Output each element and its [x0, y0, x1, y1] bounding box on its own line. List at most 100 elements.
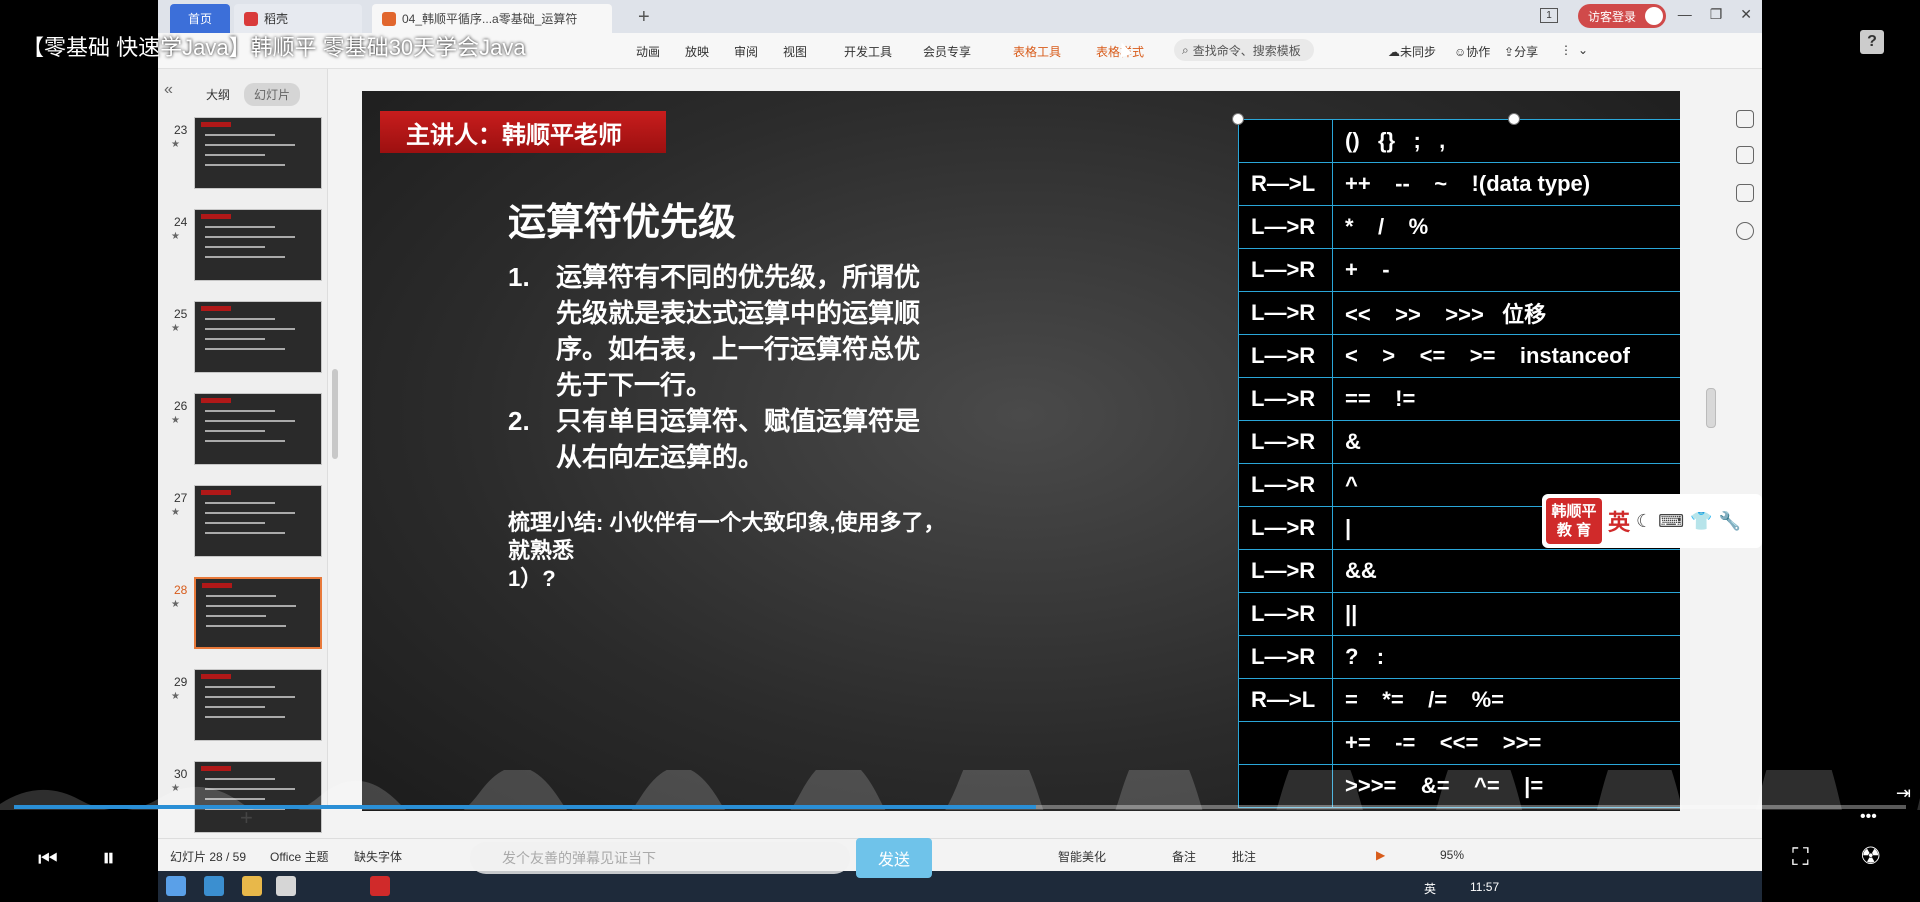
operator-row[interactable]: L—>R & [1238, 420, 1680, 464]
progress-bar[interactable] [14, 805, 1906, 809]
operator-row[interactable]: L—>R && [1238, 549, 1680, 593]
tab-document[interactable]: 04_韩顺平循序...a零基础_运算符 [372, 4, 612, 33]
associativity-cell[interactable]: L—>R [1238, 420, 1333, 464]
collapse-icon[interactable]: « [164, 81, 173, 99]
thumbnail-image[interactable] [194, 393, 322, 465]
pause-icon[interactable]: ⏸ [102, 842, 115, 874]
tab-home[interactable]: 首页 [170, 4, 230, 33]
operator-row[interactable]: R—>L ++ -- ~ !(data type) [1238, 162, 1680, 206]
operator-table[interactable]: () {} ; , R—>L ++ -- ~ !(data type) L—>R * /… [1238, 119, 1680, 808]
slide-thumbnail[interactable]: 26 ★ [158, 393, 328, 473]
associativity-cell[interactable] [1238, 119, 1333, 163]
video-player[interactable]: 首页 稻壳 04_韩顺平循序...a零基础_运算符 + 1 访客登录 — ❐ ✕… [0, 0, 1920, 902]
sync-button[interactable]: ☁未同步 [1388, 43, 1436, 60]
operator-row[interactable]: L—>R == != [1238, 377, 1680, 421]
operators-cell[interactable]: * / % [1332, 205, 1680, 249]
operators-cell[interactable]: + - [1332, 248, 1680, 292]
operator-row[interactable]: R—>L = *= /= %= [1238, 678, 1680, 722]
shirt-icon[interactable]: 👕 [1690, 511, 1712, 532]
slide-thumbnail[interactable]: 23 ★ [158, 117, 328, 197]
menu-slideshow[interactable]: 放映 [685, 43, 709, 60]
slide-canvas[interactable]: 主讲人：韩顺平老师 运算符优先级 1. 运算符有不同的优先级，所谓优先级就是表达… [362, 91, 1680, 811]
restore-icon[interactable]: ❐ [1710, 6, 1723, 23]
thumbnail-image[interactable] [194, 669, 322, 741]
operators-cell[interactable]: ? : [1332, 635, 1680, 679]
operators-cell[interactable]: < > <= >= instanceof [1332, 334, 1680, 378]
operator-row[interactable]: L—>R < > <= >= instanceof [1238, 334, 1680, 378]
thumbnail-image[interactable] [194, 209, 322, 281]
thumbnail-image[interactable] [194, 301, 322, 373]
send-button[interactable]: 发送 [856, 838, 932, 878]
operator-row[interactable]: += -= <<= >>= [1238, 721, 1680, 765]
associativity-cell[interactable]: L—>R [1238, 248, 1333, 292]
slide-thumbnail[interactable]: 28 ★ [158, 577, 328, 657]
folder-icon[interactable] [242, 876, 262, 896]
menu-member[interactable]: 会员专享 [923, 43, 971, 60]
ime-indicator[interactable]: 英 [1424, 880, 1436, 897]
associativity-cell[interactable]: L—>R [1238, 592, 1333, 636]
associativity-cell[interactable] [1238, 721, 1333, 765]
more-options-icon[interactable]: ••• [1860, 808, 1877, 826]
pin-icon[interactable] [1736, 146, 1754, 164]
window-count-badge[interactable]: 1 [1540, 8, 1558, 23]
slide-thumbnail[interactable]: 29 ★ [158, 669, 328, 749]
chrome-icon[interactable] [276, 876, 296, 896]
clock[interactable]: 11:57 [1470, 880, 1499, 894]
notes-button[interactable]: 备注 [1172, 848, 1196, 865]
help-icon[interactable]: ? [1860, 30, 1884, 54]
slide-scrollbar[interactable] [1706, 388, 1716, 428]
comments-button[interactable]: 批注 [1232, 848, 1256, 865]
associativity-cell[interactable]: L—>R [1238, 506, 1333, 550]
thumbnail-image[interactable] [194, 577, 322, 649]
menu-view[interactable]: 视图 [783, 43, 807, 60]
associativity-cell[interactable]: L—>R [1238, 377, 1333, 421]
command-search[interactable]: ⌕ 查找命令、搜索模板 [1174, 39, 1314, 61]
edge-icon[interactable] [204, 876, 224, 896]
windows-start-icon[interactable] [166, 876, 186, 896]
close-icon[interactable]: ✕ [1740, 6, 1752, 23]
outline-tab[interactable]: 大纲 [206, 86, 230, 103]
operators-cell[interactable]: || [1332, 592, 1680, 636]
operators-cell[interactable]: = *= /= %= [1332, 678, 1680, 722]
slide-thumbnail[interactable]: 25 ★ [158, 301, 328, 381]
operator-row[interactable]: L—>R * / % [1238, 205, 1680, 249]
moon-icon[interactable]: ☾ [1636, 511, 1652, 532]
operators-cell[interactable]: ++ -- ~ !(data type) [1332, 162, 1680, 206]
login-button[interactable]: 访客登录 [1578, 4, 1667, 28]
new-tab-button[interactable]: + [638, 6, 650, 29]
operator-row[interactable]: L—>R? : [1238, 635, 1680, 679]
associativity-cell[interactable]: L—>R [1238, 635, 1333, 679]
missing-font-button[interactable]: 缺失字体 [354, 848, 402, 865]
associativity-cell[interactable]: R—>L [1238, 162, 1333, 206]
associativity-cell[interactable]: L—>R [1238, 463, 1333, 507]
progress-end-icon[interactable]: ⇥ [1896, 783, 1911, 804]
slide-thumbnail[interactable]: 24 ★ [158, 209, 328, 289]
associativity-cell[interactable]: L—>R [1238, 549, 1333, 593]
play-slideshow-icon[interactable]: ▶ [1376, 848, 1385, 862]
menu-developer[interactable]: 开发工具 [844, 43, 892, 60]
beautify-button[interactable]: 智能美化 [1058, 848, 1106, 865]
help-circle-icon[interactable] [1736, 222, 1754, 240]
associativity-cell[interactable]: R—>L [1238, 678, 1333, 722]
resize-handle[interactable] [1232, 113, 1244, 125]
ime-english[interactable]: 英 [1608, 505, 1630, 537]
radiation-icon[interactable]: ☢ [1860, 842, 1882, 871]
operators-cell[interactable]: += -= <<= >>= [1332, 721, 1680, 765]
wrench-icon[interactable]: 🔧 [1719, 511, 1741, 532]
operators-cell[interactable]: () {} ; , [1332, 119, 1680, 163]
minimize-icon[interactable]: — [1678, 6, 1692, 23]
operator-row[interactable]: L—>R << >> >>> 位移 [1238, 291, 1680, 335]
menu-animation[interactable]: 动画 [636, 43, 660, 60]
more-icon[interactable]: ⋮ [1560, 43, 1572, 57]
theme-name[interactable]: Office 主题 [270, 848, 328, 865]
slide-thumbnail[interactable]: 27 ★ [158, 485, 328, 565]
associativity-cell[interactable]: L—>R [1238, 205, 1333, 249]
resize-handle[interactable] [1508, 113, 1520, 125]
menu-review[interactable]: 审阅 [734, 43, 758, 60]
operators-cell[interactable]: == != [1332, 377, 1680, 421]
operators-cell[interactable]: && [1332, 549, 1680, 593]
tab-draft[interactable]: 稻壳 [234, 4, 362, 33]
operator-row[interactable]: L—>R || [1238, 592, 1680, 636]
slides-tab[interactable]: 幻灯片 [244, 83, 301, 106]
thumbnail-image[interactable] [194, 117, 322, 189]
